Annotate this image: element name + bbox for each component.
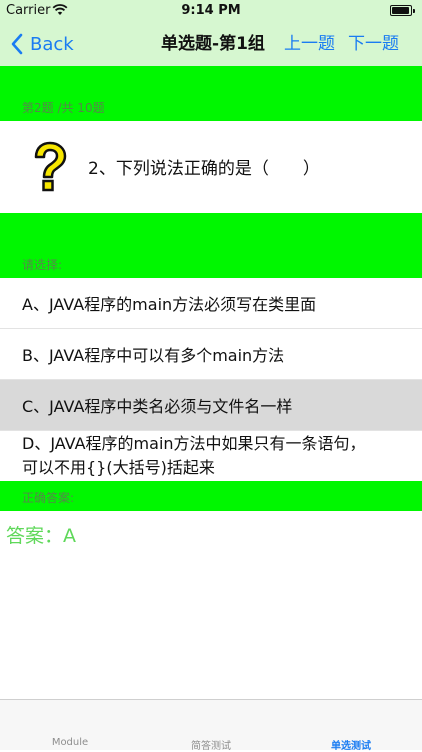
choices-header: 请选择:: [22, 258, 63, 272]
option-d[interactable]: D、JAVA程序的main方法中如果只有一条语句， 可以不用{}(大括号)括起来: [0, 431, 422, 481]
answer-text: 答案：A: [6, 525, 76, 547]
option-b[interactable]: B、JAVA程序中可以有多个main方法: [0, 329, 422, 380]
option-a[interactable]: A、JAVA程序的main方法必须写在类里面: [0, 278, 422, 329]
option-label: B、JAVA程序中可以有多个main方法: [22, 346, 285, 365]
previous-question-button[interactable]: 上一题: [284, 22, 335, 66]
question-counter-band: 第2题 /共 10题: [0, 66, 422, 121]
question-row: 2、下列说法正确的是（ ）: [0, 121, 422, 213]
choices-header-band: 请选择:: [0, 213, 422, 278]
page-title: 单选题-第1组: [161, 34, 265, 54]
tab-module[interactable]: Module: [20, 737, 120, 748]
battery-icon: [390, 5, 415, 16]
next-question-button[interactable]: 下一题: [348, 22, 399, 66]
status-time: 9:14 PM: [181, 3, 241, 18]
chevron-left-icon: [11, 33, 23, 55]
question-mark-icon: [34, 141, 67, 192]
option-label-line-2: 可以不用{}(大括号)括起来: [22, 458, 215, 477]
option-label: C、JAVA程序中类名必须与文件名一样: [22, 397, 293, 416]
back-button[interactable]: Back: [10, 22, 74, 66]
back-label: Back: [30, 33, 74, 55]
option-label-line-1: D、JAVA程序的main方法中如果只有一条语句，: [22, 434, 366, 453]
option-label: A、JAVA程序的main方法必须写在类里面: [22, 295, 317, 314]
navigation-bar: Back 单选题-第1组 上一题 下一题: [0, 22, 422, 66]
answer-header-band: 正确答案:: [0, 481, 422, 511]
question-text: 2、下列说法正确的是（ ）: [88, 159, 320, 179]
answer-header: 正确答案:: [22, 491, 75, 505]
question-counter: 第2题 /共 10题: [22, 101, 105, 115]
tab-bar: Module 简答测试 单选测试: [0, 699, 422, 752]
status-bar: Carrier 9:14 PM: [0, 0, 422, 22]
option-c[interactable]: C、JAVA程序中类名必须与文件名一样: [0, 380, 422, 431]
